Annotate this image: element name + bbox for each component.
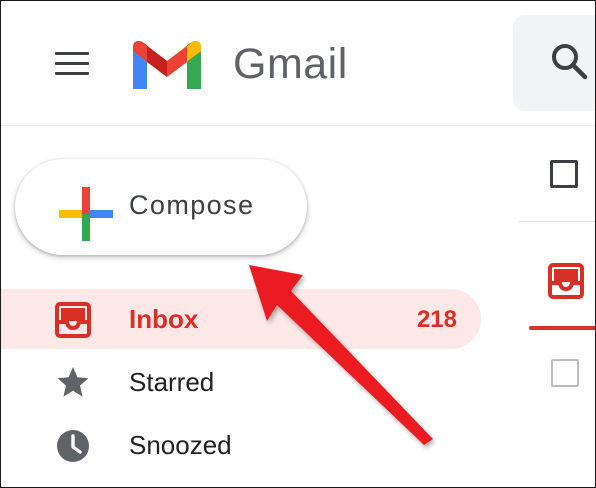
- inbox-icon: [55, 302, 91, 338]
- unread-count: 218: [416, 306, 457, 333]
- hamburger-line: [55, 62, 89, 65]
- compose-button[interactable]: Compose: [15, 159, 307, 255]
- clock-icon: [57, 430, 89, 462]
- hamburger-line: [55, 52, 89, 55]
- sidebar-item-label: Starred: [129, 367, 215, 397]
- sidebar-item-inbox[interactable]: Inbox 218: [1, 289, 481, 349]
- gmail-logo-icon[interactable]: [129, 37, 205, 91]
- header-divider: [1, 125, 595, 126]
- active-tab-indicator: [529, 326, 595, 330]
- sidebar-item-starred[interactable]: Starred: [1, 351, 481, 411]
- compose-label: Compose: [129, 190, 255, 220]
- email-row-checkbox[interactable]: [551, 359, 579, 387]
- primary-tab-inbox-icon[interactable]: [546, 261, 586, 301]
- sidebar-item-label: Snoozed: [129, 430, 232, 460]
- main-menu-button[interactable]: [51, 46, 95, 82]
- app-name: Gmail: [233, 40, 348, 88]
- star-icon: [57, 367, 89, 397]
- plus-icon: [59, 187, 113, 241]
- gmail-window: Gmail Compose Inbox 218 Starred Snoozed: [0, 0, 596, 488]
- toolbar-divider: [519, 221, 595, 222]
- search-icon[interactable]: [549, 41, 589, 81]
- sidebar-item-label: Inbox: [129, 304, 199, 334]
- sidebar-item-snoozed[interactable]: Snoozed: [1, 415, 481, 475]
- select-all-checkbox[interactable]: [550, 160, 578, 188]
- hamburger-line: [55, 72, 89, 75]
